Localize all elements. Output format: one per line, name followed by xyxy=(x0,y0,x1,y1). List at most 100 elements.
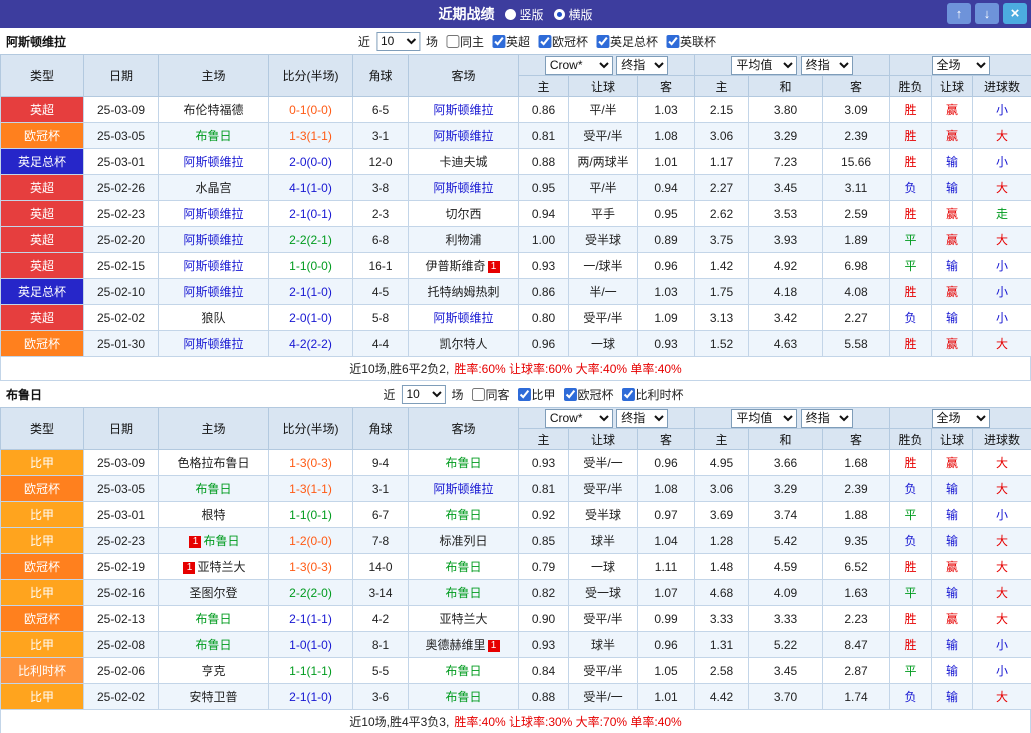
layout-option-vertical[interactable]: 竖版 xyxy=(504,6,543,23)
odds-away: 0.97 xyxy=(638,502,695,528)
home-team-cell[interactable]: 布鲁日 xyxy=(159,123,269,149)
home-team-cell[interactable]: 狼队 xyxy=(159,305,269,331)
away-team-cell[interactable]: 伊普斯维奇1 xyxy=(409,253,519,279)
away-team-cell[interactable]: 布鲁日 xyxy=(409,554,519,580)
avg-draw: 3.29 xyxy=(749,476,823,502)
league-badge: 欧冠杯 xyxy=(1,331,84,357)
filter-checkbox-input[interactable] xyxy=(471,388,484,401)
home-team-name: 阿斯顿维拉 xyxy=(183,207,243,221)
avg-home: 3.75 xyxy=(695,227,749,253)
avg-home: 4.68 xyxy=(695,580,749,606)
filter-checkbox-label: 比利时杯 xyxy=(636,386,684,403)
home-team-cell[interactable]: 阿斯顿维拉 xyxy=(159,149,269,175)
home-team-cell[interactable]: 阿斯顿维拉 xyxy=(159,253,269,279)
away-team-cell[interactable]: 阿斯顿维拉 xyxy=(409,476,519,502)
away-team-cell[interactable]: 凯尔特人 xyxy=(409,331,519,357)
filter-checkbox[interactable]: 欧冠杯 xyxy=(538,33,588,50)
average-time-select[interactable]: 终指 xyxy=(801,409,853,428)
match-count-select[interactable]: 10 xyxy=(401,385,445,404)
odds-time-select[interactable]: 终指 xyxy=(616,409,668,428)
match-date: 25-02-06 xyxy=(84,658,159,684)
corners: 3-14 xyxy=(353,580,409,606)
filter-checkbox-input[interactable] xyxy=(538,35,551,48)
home-team-name: 布鲁日 xyxy=(195,612,231,626)
filter-checkbox[interactable]: 欧冠杯 xyxy=(564,386,614,403)
home-team-cell[interactable]: 阿斯顿维拉 xyxy=(159,331,269,357)
score: 2-2(2-0) xyxy=(269,580,353,606)
home-team-cell[interactable]: 布伦特福德 xyxy=(159,97,269,123)
filter-checkbox[interactable]: 英足总杯 xyxy=(596,33,658,50)
away-team-cell[interactable]: 布鲁日 xyxy=(409,502,519,528)
league-badge: 比甲 xyxy=(1,684,84,710)
column-subheader: 让球 xyxy=(569,76,638,97)
scroll-down-button[interactable]: ↓ xyxy=(975,3,999,24)
filter-checkbox-input[interactable] xyxy=(518,388,531,401)
filter-checkbox-input[interactable] xyxy=(564,388,577,401)
odds-time-select[interactable]: 终指 xyxy=(616,56,668,75)
avg-draw: 3.70 xyxy=(749,684,823,710)
filter-checkbox[interactable]: 比甲 xyxy=(518,386,556,403)
summary-rates: 胜率:60% 让球率:60% 大率:40% 单率:40% xyxy=(454,360,681,377)
filter-checkbox[interactable]: 比利时杯 xyxy=(622,386,684,403)
bookmaker-select[interactable]: Crow* xyxy=(545,409,613,428)
home-team-cell[interactable]: 安特卫普 xyxy=(159,684,269,710)
avg-draw: 3.42 xyxy=(749,305,823,331)
away-team-cell[interactable]: 利物浦 xyxy=(409,227,519,253)
layout-option-horizontal[interactable]: 横版 xyxy=(554,6,593,23)
home-team-cell[interactable]: 色格拉布鲁日 xyxy=(159,450,269,476)
match-count-select[interactable]: 10 xyxy=(376,32,420,51)
away-team-cell[interactable]: 阿斯顿维拉 xyxy=(409,123,519,149)
home-team-cell[interactable]: 根特 xyxy=(159,502,269,528)
match-date: 25-01-30 xyxy=(84,331,159,357)
away-team-cell[interactable]: 亚特兰大 xyxy=(409,606,519,632)
goals-over-under-result: 小 xyxy=(973,632,1031,658)
away-team-cell[interactable]: 切尔西 xyxy=(409,201,519,227)
away-team-cell[interactable]: 阿斯顿维拉 xyxy=(409,175,519,201)
filter-checkbox-input[interactable] xyxy=(666,35,679,48)
away-team-cell[interactable]: 布鲁日 xyxy=(409,684,519,710)
filter-checkbox[interactable]: 同主 xyxy=(446,33,484,50)
away-team-cell[interactable]: 布鲁日 xyxy=(409,450,519,476)
average-time-select[interactable]: 终指 xyxy=(801,56,853,75)
away-team-cell[interactable]: 阿斯顿维拉 xyxy=(409,305,519,331)
home-team-cell[interactable]: 阿斯顿维拉 xyxy=(159,227,269,253)
filter-checkbox-input[interactable] xyxy=(446,35,459,48)
away-team-cell[interactable]: 阿斯顿维拉 xyxy=(409,97,519,123)
score: 2-2(2-1) xyxy=(269,227,353,253)
home-team-cell[interactable]: 1亚特兰大 xyxy=(159,554,269,580)
filter-checkbox-input[interactable] xyxy=(622,388,635,401)
home-team-cell[interactable]: 亨克 xyxy=(159,658,269,684)
scope-select[interactable]: 全场 xyxy=(932,56,990,75)
home-team-cell[interactable]: 阿斯顿维拉 xyxy=(159,201,269,227)
average-select[interactable]: 平均值 xyxy=(731,56,797,75)
home-team-cell[interactable]: 阿斯顿维拉 xyxy=(159,279,269,305)
home-team-cell[interactable]: 水晶宫 xyxy=(159,175,269,201)
away-team-name: 托特纳姆热刺 xyxy=(427,285,499,299)
away-team-cell[interactable]: 托特纳姆热刺 xyxy=(409,279,519,305)
away-team-cell[interactable]: 标准列日 xyxy=(409,528,519,554)
handicap: 一球 xyxy=(569,554,638,580)
home-team-cell[interactable]: 布鲁日 xyxy=(159,476,269,502)
home-team-cell[interactable]: 布鲁日 xyxy=(159,632,269,658)
home-team-cell[interactable]: 布鲁日 xyxy=(159,606,269,632)
close-button[interactable]: × xyxy=(1003,3,1027,24)
avg-away: 1.88 xyxy=(823,502,890,528)
odds-home: 0.79 xyxy=(519,554,569,580)
away-team-cell[interactable]: 布鲁日 xyxy=(409,580,519,606)
filter-checkbox[interactable]: 同客 xyxy=(471,386,509,403)
filter-checkbox[interactable]: 英联杯 xyxy=(666,33,716,50)
filter-checkbox-input[interactable] xyxy=(492,35,505,48)
scope-select[interactable]: 全场 xyxy=(932,409,990,428)
away-team-cell[interactable]: 布鲁日 xyxy=(409,658,519,684)
average-select[interactable]: 平均值 xyxy=(731,409,797,428)
scroll-up-button[interactable]: ↑ xyxy=(947,3,971,24)
filter-checkbox[interactable]: 英超 xyxy=(492,33,530,50)
home-team-cell[interactable]: 圣图尔登 xyxy=(159,580,269,606)
filter-checkbox-input[interactable] xyxy=(596,35,609,48)
away-team-cell[interactable]: 奥德赫维里1 xyxy=(409,632,519,658)
corners: 6-7 xyxy=(353,502,409,528)
away-team-cell[interactable]: 卡迪夫城 xyxy=(409,149,519,175)
results-table: 类型日期主场比分(半场)角球客场Crow* 终指平均值 终指全场主让球客主和客胜… xyxy=(0,407,1031,710)
home-team-cell[interactable]: 1布鲁日 xyxy=(159,528,269,554)
bookmaker-select[interactable]: Crow* xyxy=(545,56,613,75)
